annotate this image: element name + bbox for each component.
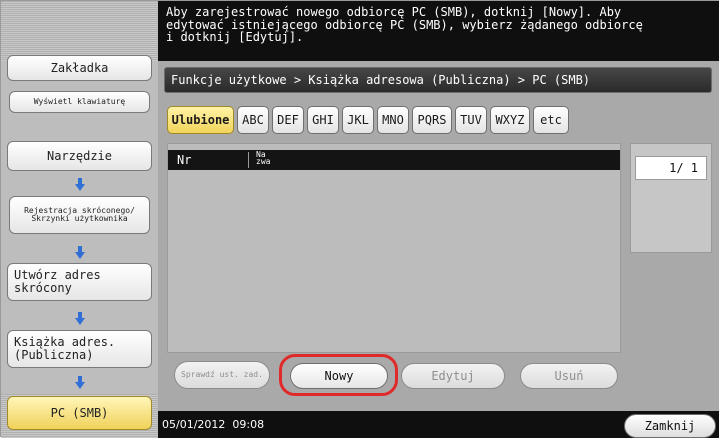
instruction-message: Aby zarejestrować nowego odbiorcę PC (SM… xyxy=(158,1,719,61)
page-indicator: 1/ 1 xyxy=(635,156,707,180)
column-nr: Nr xyxy=(177,153,192,167)
main-panel: Funkcje użytkowe > Książka adresowa (Pub… xyxy=(158,61,719,411)
status-datetime: 05/01/2012 09:08 xyxy=(162,418,264,431)
highlight-ring xyxy=(279,354,398,396)
sidebar: Zakładka Wyświetl klawiaturę Narzędzie R… xyxy=(1,1,158,438)
utility-button[interactable]: Narzędzie xyxy=(7,141,152,171)
close-button[interactable]: Zamknij xyxy=(624,414,716,438)
bookmark-button[interactable]: Zakładka xyxy=(7,55,152,81)
pager-panel: 1/ 1 xyxy=(630,143,712,253)
tab-pqrs[interactable]: PQRS xyxy=(412,106,452,134)
status-time: 09:08 xyxy=(232,418,265,431)
tab-favorites[interactable]: Ulubione xyxy=(167,106,234,134)
tab-mno[interactable]: MNO xyxy=(377,106,409,134)
arrow-down-icon xyxy=(75,376,85,389)
sidebar-top-pattern xyxy=(1,1,158,61)
column-name: Na zwa xyxy=(256,150,271,166)
tab-tuv[interactable]: TUV xyxy=(455,106,487,134)
tab-wxyz[interactable]: WXYZ xyxy=(490,106,530,134)
breadcrumb: Funkcje użytkowe > Książka adresowa (Pub… xyxy=(164,67,712,93)
tab-def[interactable]: DEF xyxy=(272,106,304,134)
registration-button[interactable]: Rejestracja skróconego/ Skrzynki użytkow… xyxy=(9,196,150,234)
edit-button: Edytuj xyxy=(401,363,505,389)
index-tabs: Ulubione ABC DEF GHI JKL MNO PQRS TUV WX… xyxy=(167,106,569,134)
pc-smb-button[interactable]: PC (SMB) xyxy=(7,396,152,430)
destination-list xyxy=(167,143,621,353)
show-keyboard-button[interactable]: Wyświetl klawiaturę xyxy=(9,91,150,113)
list-header: Nr Na zwa xyxy=(168,150,620,170)
tab-jkl[interactable]: JKL xyxy=(342,106,374,134)
tab-abc[interactable]: ABC xyxy=(237,106,269,134)
delete-button: Usuń xyxy=(520,363,618,389)
arrow-down-icon xyxy=(75,178,85,191)
column-divider xyxy=(248,152,249,168)
check-settings-button: Sprawdź ust. zad. xyxy=(174,361,270,389)
tab-ghi[interactable]: GHI xyxy=(307,106,339,134)
status-bar: 05/01/2012 09:08 Zamknij xyxy=(158,411,719,438)
status-date: 05/01/2012 xyxy=(162,418,226,431)
create-short-address-button[interactable]: Utwórz adres skrócony xyxy=(7,263,152,301)
tab-etc[interactable]: etc xyxy=(533,106,569,134)
arrow-down-icon xyxy=(75,246,85,259)
arrow-down-icon xyxy=(75,312,85,325)
device-screen: Zakładka Wyświetl klawiaturę Narzędzie R… xyxy=(0,0,719,438)
address-book-button[interactable]: Książka adres. (Publiczna) xyxy=(7,330,152,368)
